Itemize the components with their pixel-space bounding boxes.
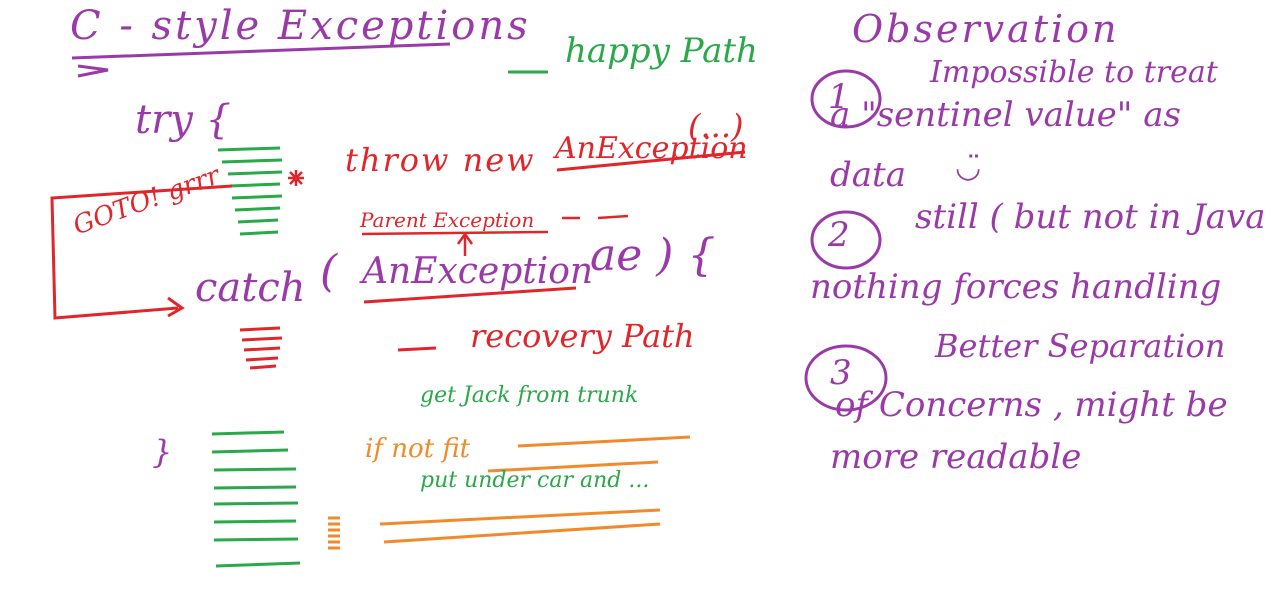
page-title: C - style Exceptions (70, 3, 531, 49)
catch-keyword: catch (195, 265, 306, 311)
smiley-icon: ◡̈ (955, 151, 982, 184)
put-order-note: put under car and ... (420, 468, 650, 493)
throw-marker (288, 170, 304, 186)
if-not-note: if not fit (365, 434, 471, 464)
observation-2-number: 2 (828, 215, 850, 255)
observation-1-line-3: data (830, 155, 906, 195)
observation-2-line-2: nothing forces handling (810, 267, 1222, 307)
recovery-path-label: recovery Path (470, 317, 695, 355)
close-brace: } (152, 433, 173, 471)
recovery-path-dash (397, 346, 437, 352)
observation-3-line-2: of Concerns , might be (835, 385, 1228, 425)
whiteboard-canvas: C - style Exceptions happy Path try { th… (0, 0, 1268, 590)
catch-paren-open: ( (320, 246, 338, 297)
try-code-lines (217, 146, 283, 236)
happy-path-label: happy Path (565, 31, 758, 71)
observation-2-line-1: still ( but not in Java ) (915, 197, 1268, 237)
observation-1-line-2: a "sentinel value" as (830, 95, 1181, 135)
observation-1-line-1: Impossible to treat (930, 55, 1218, 90)
title-arrow-mark (77, 64, 109, 78)
throw-args: (...) (688, 107, 744, 145)
catch-code-lines (239, 326, 283, 370)
get-jack-note: get Jack from trunk (420, 383, 639, 408)
parent-exception-underline (361, 230, 549, 236)
catch-variable: ae ) { (590, 230, 716, 281)
parent-exception-label: Parent Exception (360, 208, 535, 232)
parent-exception-dash (562, 214, 629, 220)
observation-3-line-1: Better Separation (935, 327, 1226, 365)
throw-statement: throw new (345, 141, 536, 179)
catch-exception-name: AnException (362, 251, 594, 292)
orange-scribble (328, 516, 340, 550)
after-code-lines (211, 430, 301, 568)
observation-3-line-3: more readable (830, 437, 1082, 477)
observation-title: Observation (852, 7, 1120, 51)
try-keyword: try { (135, 97, 231, 143)
